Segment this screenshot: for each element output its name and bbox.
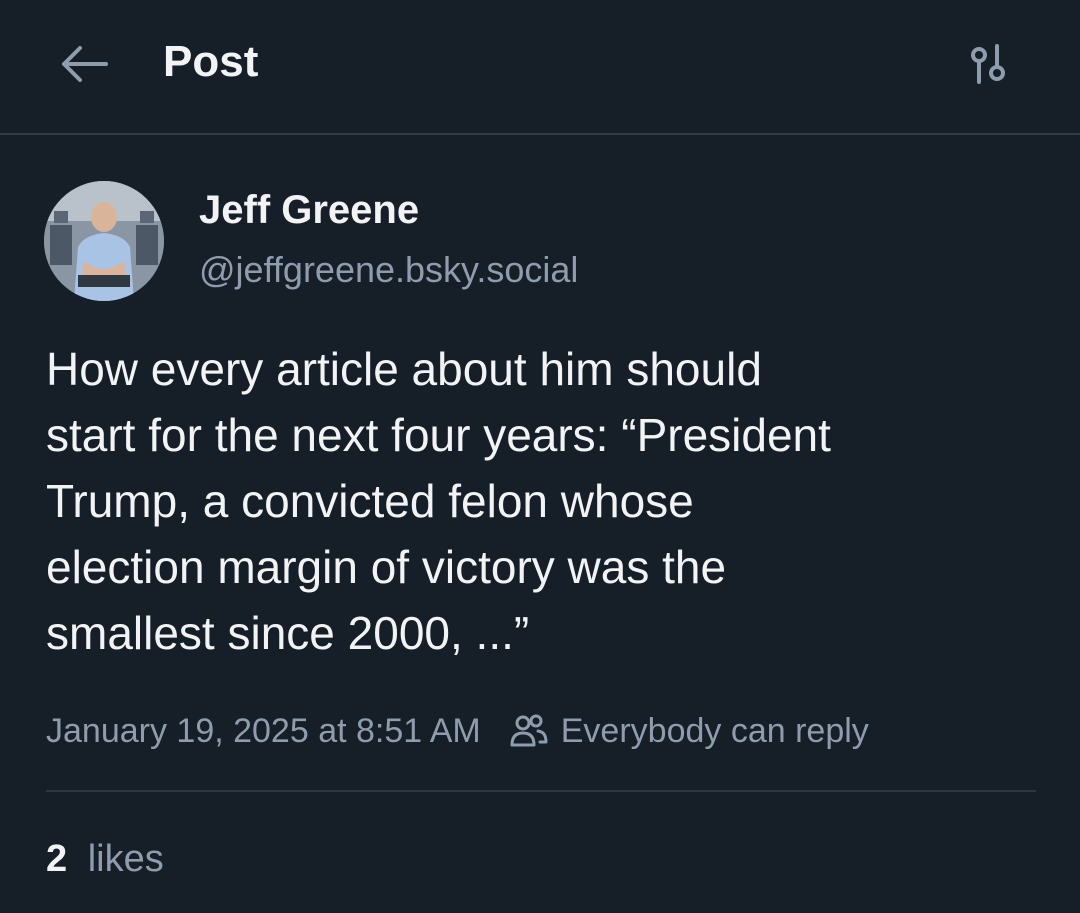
likes-label: likes [87,838,164,880]
likes-number: 2 [46,838,68,880]
people-icon [509,711,549,751]
avatar-photo [44,181,164,301]
thread-settings-button[interactable] [958,38,1018,90]
sliders-icon [971,44,1005,84]
likes-count[interactable]: 2 likes [46,834,164,884]
arrow-left-icon [62,46,108,82]
reply-setting-label: Everybody can reply [560,711,869,750]
post-text: How every article about him should start… [46,343,831,659]
author-display-name[interactable]: Jeff Greene [199,186,419,234]
back-button[interactable] [52,38,116,90]
top-bar: Post [0,0,1080,135]
divider [46,790,1036,792]
avatar[interactable] [44,181,164,301]
post-meta: January 19, 2025 at 8:51 AM Everybody ca… [46,707,869,755]
reply-setting[interactable]: Everybody can reply [509,711,869,751]
page-title: Post [163,37,259,86]
author-handle[interactable]: @jeffgreene.bsky.social [199,247,578,293]
post-timestamp: January 19, 2025 at 8:51 AM [46,711,481,750]
post-page: Post Jeff Greene @jeffgreene.bsky.social… [0,0,1080,913]
